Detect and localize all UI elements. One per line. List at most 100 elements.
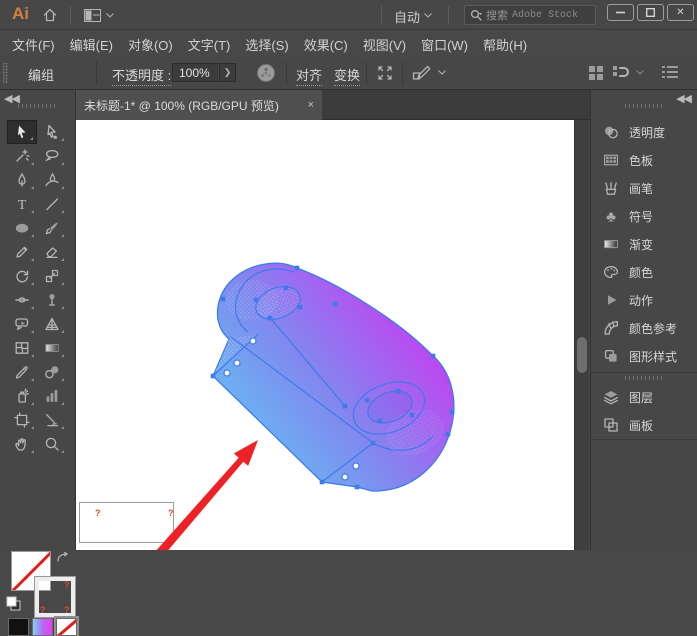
ellipse-tool[interactable] [7,216,37,240]
panel-color-guide[interactable]: 颜色参考 [591,314,697,342]
divider [591,439,697,440]
svg-text:?: ? [95,508,101,518]
mesh-tool[interactable] [7,336,37,360]
color-icon [603,264,619,280]
panel-transparency[interactable]: 透明度 [591,118,697,146]
collapse-panel-icon[interactable]: ◀◀ [676,92,691,105]
panel-grip[interactable] [18,104,56,108]
panel-grip[interactable] [625,104,663,108]
menu-view[interactable]: 视图(V) [363,35,406,54]
collapse-panel-icon[interactable]: ◀◀ [4,92,19,105]
workspace-switcher-icon[interactable] [84,9,101,22]
title-bar: Ai 自动 搜索 Adobe Stock ✕ [0,0,697,30]
swatches-icon [603,152,619,168]
transform-link[interactable]: 变换 [334,65,360,86]
home-icon[interactable] [42,7,58,23]
pencil-tool[interactable] [7,240,37,264]
panel-swatches[interactable]: 色板 [591,146,697,174]
eraser-tool[interactable] [37,240,67,264]
direct-selection-tool[interactable] [37,120,67,144]
panel-actions[interactable]: 动作 [591,286,697,314]
blend-tool[interactable] [37,360,67,384]
panel-graphic-styles[interactable]: 图形样式 [591,342,697,370]
eyedropper-tool[interactable] [7,360,37,384]
column-graph-tool[interactable] [37,384,67,408]
opacity-input[interactable]: 100% [172,63,218,82]
opacity-dropdown-arrow[interactable]: ❯ [219,63,236,82]
search-input[interactable]: 搜索 Adobe Stock [464,5,596,25]
color-guide-icon [603,320,619,336]
chevron-down-icon[interactable] [438,70,446,75]
shaper-tool[interactable] [7,312,37,336]
perspective-grid-tool[interactable] [37,312,67,336]
panel-grip[interactable] [625,376,663,380]
pen-tool[interactable] [7,168,37,192]
chevron-down-icon[interactable] [636,70,644,75]
paintbrush-tool[interactable] [37,216,67,240]
panel-artboards[interactable]: 画板 [591,411,697,439]
selection-tool[interactable] [7,120,37,144]
recolor-artwork-icon[interactable] [256,63,276,83]
zoom-tool[interactable] [37,432,67,456]
panel-brushes[interactable]: 画笔 [591,174,697,202]
arrange-documents-icon[interactable] [588,65,604,81]
indeterminate-mark: ? [64,580,70,590]
menu-window[interactable]: 窗口(W) [421,35,468,54]
lasso-tool[interactable] [37,144,67,168]
menu-help[interactable]: 帮助(H) [483,35,527,54]
chevron-down-icon[interactable] [424,13,432,18]
default-fill-stroke-icon[interactable] [6,596,22,612]
search-brand: Adobe Stock [512,10,578,21]
gradient-tool[interactable] [37,336,67,360]
menu-object[interactable]: 对象(O) [128,35,173,54]
document-layout-icon[interactable] [612,65,630,81]
canvas-artboard[interactable]: ? ? [76,120,574,550]
minimize-button[interactable] [607,4,634,21]
scrollbar-thumb[interactable] [577,337,587,373]
scale-tool[interactable] [37,264,67,288]
color-mode-button[interactable] [8,618,29,636]
gradient-mode-button[interactable] [32,618,53,636]
align-link[interactable]: 对齐 [296,65,322,86]
document-tab[interactable]: 未标题-1* @ 100% (RGB/GPU 预览) × [76,90,322,120]
artboard-tool[interactable] [7,408,37,432]
menu-select[interactable]: 选择(S) [245,35,288,54]
panel-gradient[interactable]: 渐变 [591,230,697,258]
panel-grip[interactable] [3,63,8,84]
slice-tool[interactable] [37,408,67,432]
maximize-button[interactable] [637,4,664,21]
pencil-preset-icon[interactable] [412,64,432,82]
auto-dropdown[interactable]: 自动 [394,7,420,26]
panel-color[interactable]: 颜色 [591,258,697,286]
width-tool[interactable] [7,288,37,312]
panel-symbols[interactable]: ♣ 符号 [591,202,697,230]
none-mode-button[interactable] [56,618,77,636]
separator [286,62,287,85]
rotate-tool[interactable] [7,264,37,288]
menu-file[interactable]: 文件(F) [12,35,55,54]
swap-fill-stroke-icon[interactable] [56,552,70,564]
menu-list-icon[interactable] [662,65,678,79]
panel-layers[interactable]: 图层 [591,383,697,411]
tab-close-icon[interactable]: × [308,99,314,111]
close-button[interactable]: ✕ [667,4,694,21]
search-placeholder: 搜索 [486,7,508,23]
hand-tool[interactable] [7,432,37,456]
transform-handles-icon[interactable] [376,64,394,82]
control-bar: 编组 不透明度 : 100% ❯ 对齐 变换 [0,57,697,90]
symbol-sprayer-tool[interactable] [7,384,37,408]
transparency-icon [603,124,619,140]
puppet-warp-tool[interactable] [37,288,67,312]
magic-wand-tool[interactable] [7,144,37,168]
menu-effect[interactable]: 效果(C) [304,35,348,54]
menu-type[interactable]: 文字(T) [188,35,231,54]
brushes-icon [603,180,619,196]
line-segment-tool[interactable] [37,192,67,216]
curvature-tool[interactable] [37,168,67,192]
menu-edit[interactable]: 编辑(E) [70,35,113,54]
type-tool[interactable]: T [7,192,37,216]
opacity-label[interactable]: 不透明度 : [112,65,171,86]
graphic-styles-icon [603,348,619,364]
vertical-scrollbar[interactable] [574,120,589,550]
chevron-down-icon[interactable] [106,13,114,18]
